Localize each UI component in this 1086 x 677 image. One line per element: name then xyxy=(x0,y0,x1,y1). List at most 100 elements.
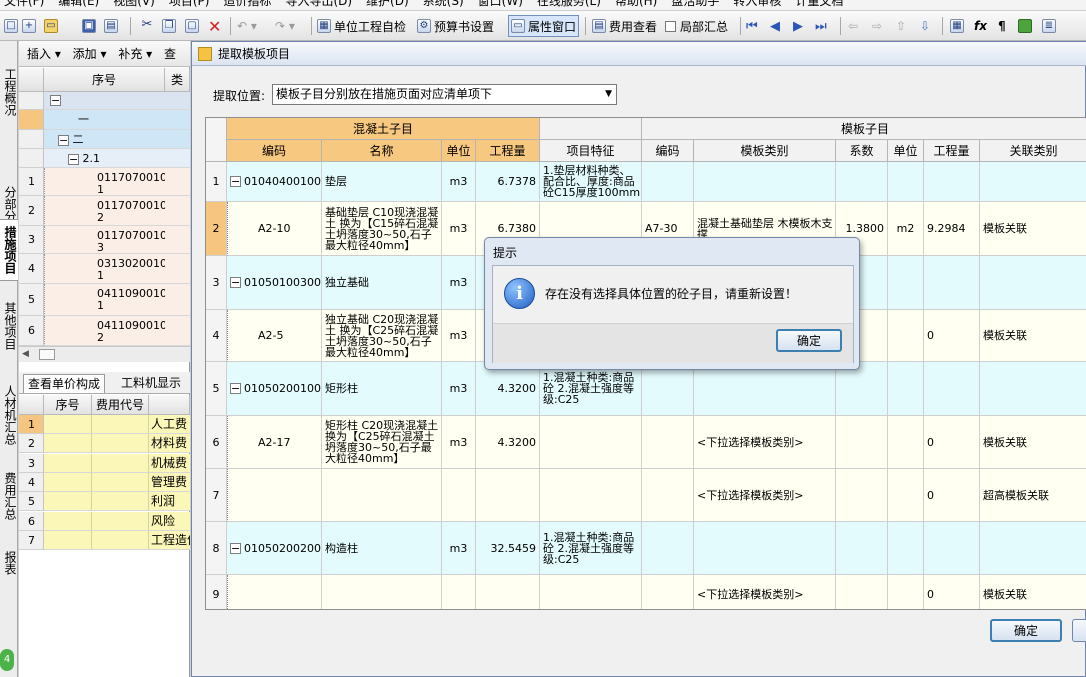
coefficient-cell[interactable] xyxy=(836,162,888,202)
feature-header[interactable]: 项目特征 xyxy=(540,140,642,162)
save-all-icon[interactable]: ▤ xyxy=(104,15,121,37)
cost-code-cell[interactable] xyxy=(92,530,149,550)
cost-name-cell[interactable]: 风险 xyxy=(149,511,190,531)
new-project-icon[interactable]: + xyxy=(22,15,39,37)
cost-code-cell[interactable] xyxy=(92,415,149,434)
cost-seq-cell[interactable] xyxy=(44,530,92,550)
template-type-header[interactable]: 模板类别 xyxy=(694,140,836,162)
move-right-icon[interactable]: ⇨ xyxy=(872,15,882,37)
collapse-icon[interactable]: − xyxy=(50,95,61,106)
last-record-icon[interactable]: ⏭ xyxy=(815,15,827,37)
list-item[interactable]: 011707001001 xyxy=(44,168,165,196)
relation-type-cell[interactable] xyxy=(980,256,1086,310)
scroll-thumb[interactable] xyxy=(39,349,55,360)
template-type-cell[interactable]: <下拉选择模板类别> xyxy=(694,575,836,609)
cost-seq-cell[interactable] xyxy=(44,492,92,512)
horizontal-scrollbar[interactable]: ◀ xyxy=(19,346,190,362)
property-window-button[interactable]: ▭ 属性窗口 xyxy=(508,15,580,37)
relation-type-cell[interactable]: 模板关联 xyxy=(980,575,1086,609)
query-button[interactable]: 查 xyxy=(164,47,176,61)
fee-view-button[interactable]: ▤ 费用查看 xyxy=(592,15,657,37)
coefficient-cell[interactable] xyxy=(836,416,888,469)
cost-code-cell[interactable] xyxy=(92,453,149,473)
list-item[interactable]: 031302001001 xyxy=(44,254,165,284)
template-code-header[interactable]: 编码 xyxy=(642,140,694,162)
row-type-cell[interactable] xyxy=(165,254,190,284)
coefficient-header[interactable]: 系数 xyxy=(836,140,888,162)
relation-type-cell[interactable]: 模板关联 xyxy=(980,202,1086,256)
cost-seq-header[interactable]: 序号 xyxy=(44,395,92,415)
nav-tab-reports[interactable]: 报表 xyxy=(0,545,18,581)
concrete-unit-header[interactable]: 单位 xyxy=(442,140,476,162)
cost-name-cell[interactable]: 利润 xyxy=(149,492,190,512)
collapse-icon[interactable]: − xyxy=(58,134,69,146)
insert-button[interactable]: 插入 xyxy=(27,47,51,61)
cost-code-cell[interactable] xyxy=(92,472,149,492)
position-select[interactable]: 模板子目分别放在措施页面对应清单项下 ▼ xyxy=(272,84,617,105)
cost-code-cell[interactable] xyxy=(92,492,149,512)
menu-item[interactable]: 维护(D) xyxy=(366,0,409,8)
scroll-left-icon[interactable]: ◀ xyxy=(22,349,29,359)
coefficient-cell[interactable] xyxy=(836,469,888,522)
list-item[interactable]: 041109001001 xyxy=(44,284,165,316)
save-icon[interactable]: ▣ xyxy=(82,15,99,37)
partial-summary-checkbox[interactable]: 局部汇总 xyxy=(665,15,728,37)
row-type-cell[interactable] xyxy=(165,226,190,254)
relation-type-cell[interactable]: 超高模板关联 xyxy=(980,469,1086,522)
tree-item-one[interactable]: 一 xyxy=(44,110,190,130)
cost-code-cell[interactable] xyxy=(92,511,149,531)
template-unit-header[interactable]: 单位 xyxy=(888,140,924,162)
relation-type-header[interactable]: 关联类别 xyxy=(980,140,1086,162)
row-type-cell[interactable] xyxy=(165,316,190,346)
concrete-name-header[interactable]: 名称 xyxy=(322,140,442,162)
list-item[interactable]: 041109001002 xyxy=(44,316,165,346)
relation-type-cell[interactable] xyxy=(980,162,1086,202)
concrete-qty-header[interactable]: 工程量 xyxy=(476,140,540,162)
cost-seq-cell[interactable] xyxy=(44,453,92,473)
menu-item[interactable]: 项目(P) xyxy=(169,0,210,8)
calculator-icon[interactable]: ▦ xyxy=(950,15,967,37)
delete-icon[interactable]: ✕ xyxy=(208,15,221,37)
menu-item[interactable]: 文件(F) xyxy=(4,0,44,8)
move-left-icon[interactable]: ⇦ xyxy=(848,15,858,37)
open-folder-icon[interactable]: ▭ xyxy=(44,15,61,37)
list-item[interactable]: 011707001003 xyxy=(44,226,165,254)
coefficient-cell[interactable] xyxy=(836,362,888,416)
new-file-icon[interactable]: □ xyxy=(4,15,21,37)
collapse-icon[interactable]: − xyxy=(68,153,79,165)
template-type-cell[interactable] xyxy=(694,362,836,416)
row-type-cell[interactable] xyxy=(165,196,190,226)
add-button[interactable]: 添加 xyxy=(73,47,97,61)
cube-icon[interactable] xyxy=(1018,15,1035,37)
row-type-cell[interactable] xyxy=(165,284,190,316)
template-qty-header[interactable]: 工程量 xyxy=(924,140,980,162)
copy-icon[interactable]: ❐ xyxy=(162,15,179,37)
cut-icon[interactable]: ✂ xyxy=(140,15,157,37)
tab-labor-material-display[interactable]: 工料机显示 xyxy=(117,374,185,393)
list-icon[interactable]: ≣ xyxy=(1042,15,1059,37)
menu-item[interactable]: 窗口(W) xyxy=(478,0,523,8)
cost-name-cell[interactable]: 人工费 xyxy=(149,415,190,434)
coefficient-cell[interactable] xyxy=(836,575,888,609)
tab-unit-price[interactable]: 查看单价构成 xyxy=(23,374,106,393)
cost-seq-cell[interactable] xyxy=(44,434,92,454)
template-type-cell[interactable]: <下拉选择模板类别> xyxy=(694,469,836,522)
tree-item-2-1[interactable]: − 2.1 xyxy=(44,149,190,168)
cost-seq-cell[interactable] xyxy=(44,511,92,531)
message-ok-button[interactable]: 确定 xyxy=(776,329,842,352)
relation-type-cell[interactable]: 模板关联 xyxy=(980,416,1086,469)
row-type-cell[interactable] xyxy=(165,168,190,196)
menu-item[interactable]: 造价指标 xyxy=(223,0,271,8)
menu-item[interactable]: 盘活助手 xyxy=(671,0,719,8)
dialog-cancel-button[interactable] xyxy=(1072,619,1086,642)
tree-item-two[interactable]: − 二 xyxy=(44,130,190,149)
collapse-icon[interactable]: − xyxy=(230,542,241,554)
coefficient-cell[interactable] xyxy=(836,522,888,575)
collapse-icon[interactable]: − xyxy=(230,383,241,394)
relation-type-cell[interactable]: 模板关联 xyxy=(980,310,1086,362)
menu-item[interactable]: 帮助(H) xyxy=(615,0,657,8)
cost-seq-cell[interactable] xyxy=(44,472,92,492)
cost-code-header[interactable]: 费用代号 xyxy=(92,395,149,415)
self-check-button[interactable]: ▦ 单位工程自检 xyxy=(317,15,406,37)
tree-root-row[interactable]: − xyxy=(44,92,190,110)
